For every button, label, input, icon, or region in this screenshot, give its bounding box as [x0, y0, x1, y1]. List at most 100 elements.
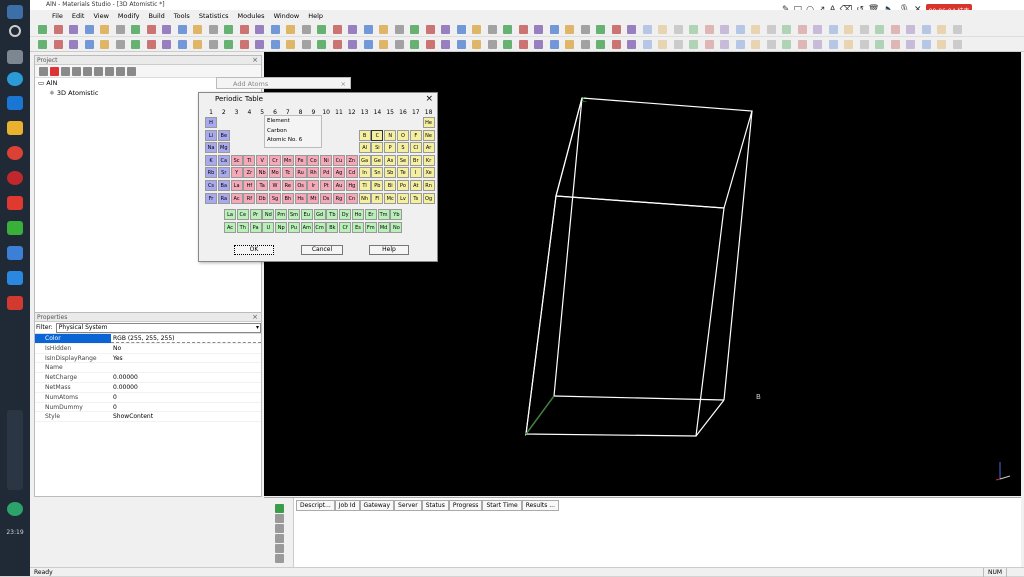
toolbar-button-icon[interactable]	[115, 25, 125, 34]
toolbar-button-icon[interactable]	[518, 25, 528, 34]
menu-statistics[interactable]: Statistics	[199, 12, 229, 20]
toolbar-button-icon[interactable]	[131, 25, 140, 34]
toolbar-button-icon[interactable]	[642, 25, 652, 34]
toolbar-button-icon[interactable]	[162, 25, 171, 34]
element-nh[interactable]: Nh	[358, 192, 371, 204]
element-nb[interactable]: Nb	[256, 167, 269, 179]
job-tool-icon[interactable]	[275, 504, 284, 513]
element-er[interactable]: Er	[364, 209, 377, 220]
toolbar-button-icon[interactable]	[146, 25, 156, 34]
element-db[interactable]: Db	[256, 192, 269, 204]
element-ru[interactable]: Ru	[294, 167, 307, 179]
toolbar-button-icon[interactable]	[782, 40, 791, 49]
element-ge[interactable]: Ge	[371, 154, 384, 166]
element-at[interactable]: At	[409, 180, 422, 191]
toolbar-button-icon[interactable]	[844, 40, 853, 49]
toolbar-button-icon[interactable]	[472, 25, 481, 34]
element-te[interactable]: Te	[397, 167, 409, 179]
toolbar-button-icon[interactable]	[549, 25, 559, 34]
toolbar-button-icon[interactable]	[100, 25, 109, 34]
toolbar-button-icon[interactable]	[317, 40, 326, 49]
element-mc[interactable]: Mc	[384, 192, 397, 204]
toolbar-button-icon[interactable]	[906, 25, 915, 34]
toolbar-button-icon[interactable]	[38, 40, 47, 49]
project-tool-icon[interactable]	[94, 67, 103, 76]
toolbar-button-icon[interactable]	[425, 40, 435, 49]
toolbar-button-icon[interactable]	[379, 25, 388, 34]
toolbar-button-icon[interactable]	[270, 25, 280, 34]
element-cu[interactable]: Cu	[333, 154, 345, 166]
property-row[interactable]: Name	[35, 363, 261, 374]
toolbar-button-icon[interactable]	[348, 40, 357, 49]
toolbar-button-icon[interactable]	[441, 25, 450, 34]
job-column-header[interactable]: Job Id	[334, 500, 360, 511]
toolbar-button-icon[interactable]	[363, 40, 373, 49]
element-yb[interactable]: Yb	[390, 209, 403, 220]
wechat-icon[interactable]	[7, 221, 23, 235]
toolbar-button-icon[interactable]	[115, 40, 125, 49]
project-tool-icon[interactable]	[127, 67, 136, 76]
toolbar-button-icon[interactable]	[782, 25, 791, 34]
element-rg[interactable]: Rg	[333, 192, 345, 204]
element-am[interactable]: Am	[300, 222, 313, 233]
ok-button[interactable]: OK	[234, 245, 274, 255]
close-icon[interactable]: ×	[341, 78, 346, 90]
job-column-header[interactable]: Gateway	[359, 500, 395, 511]
element-hg[interactable]: Hg	[345, 180, 358, 191]
element-es[interactable]: Es	[352, 222, 364, 233]
toolbar-button-icon[interactable]	[363, 25, 373, 34]
element-rb[interactable]: Rb	[205, 167, 217, 179]
element-pu[interactable]: Pu	[288, 222, 300, 233]
element-mg[interactable]: Mg	[217, 142, 230, 154]
toolbar-button-icon[interactable]	[410, 40, 419, 49]
toolbar-button-icon[interactable]	[875, 25, 884, 34]
project-tool-icon[interactable]	[50, 67, 59, 76]
element-gd[interactable]: Gd	[313, 209, 326, 220]
element-sg[interactable]: Sg	[269, 192, 281, 204]
element-ra[interactable]: Ra	[217, 192, 230, 204]
element-rn[interactable]: Rn	[422, 180, 435, 191]
element-v[interactable]: V	[256, 154, 269, 166]
toolbar-button-icon[interactable]	[937, 40, 946, 49]
toolbar-button-icon[interactable]	[410, 25, 419, 34]
element-bi[interactable]: Bi	[384, 180, 397, 191]
element-sm[interactable]: Sm	[288, 209, 300, 220]
element-fe[interactable]: Fe	[294, 154, 307, 166]
element-os[interactable]: Os	[294, 180, 307, 191]
toolbar-button-icon[interactable]	[255, 40, 264, 49]
toolbar-button-icon[interactable]	[735, 40, 745, 49]
chrome-icon[interactable]	[7, 146, 23, 160]
element-ca[interactable]: Ca	[217, 154, 230, 166]
project-tool-icon[interactable]	[39, 67, 48, 76]
element-og[interactable]: Og	[422, 192, 435, 204]
element-kr[interactable]: Kr	[422, 154, 435, 166]
property-row[interactable]: NumAtoms 0	[35, 393, 261, 403]
job-column-header[interactable]: Descript...	[296, 500, 335, 511]
add-atoms-dialog-title[interactable]: Add Atoms ×	[216, 77, 351, 89]
element-o[interactable]: O	[397, 129, 409, 141]
element-mn[interactable]: Mn	[281, 154, 294, 166]
element-ho[interactable]: Ho	[352, 209, 364, 220]
toolbar-button-icon[interactable]	[596, 40, 605, 49]
toolbar-button-icon[interactable]	[735, 25, 745, 34]
element-cd[interactable]: Cd	[345, 167, 358, 179]
toolbar-button-icon[interactable]	[751, 40, 760, 49]
element-cm[interactable]: Cm	[313, 222, 326, 233]
element-u[interactable]: U	[262, 222, 275, 233]
element-c[interactable]: C	[371, 129, 384, 141]
job-column-header[interactable]: Start Time	[482, 500, 522, 511]
element-i[interactable]: I	[409, 167, 422, 179]
element-pm[interactable]: Pm	[275, 209, 288, 220]
toolbar-button-icon[interactable]	[797, 25, 807, 34]
job-tool-icon[interactable]	[275, 524, 284, 533]
element-po[interactable]: Po	[397, 180, 409, 191]
toolbar-button-icon[interactable]	[859, 25, 869, 34]
toolbar-button-icon[interactable]	[766, 40, 776, 49]
toolbar-button-icon[interactable]	[689, 40, 698, 49]
element-ni[interactable]: Ni	[320, 154, 333, 166]
element-fm[interactable]: Fm	[364, 222, 377, 233]
toolbar-button-icon[interactable]	[580, 40, 590, 49]
element-fr[interactable]: Fr	[205, 192, 217, 204]
element-in[interactable]: In	[358, 167, 371, 179]
element-ds[interactable]: Ds	[320, 192, 333, 204]
